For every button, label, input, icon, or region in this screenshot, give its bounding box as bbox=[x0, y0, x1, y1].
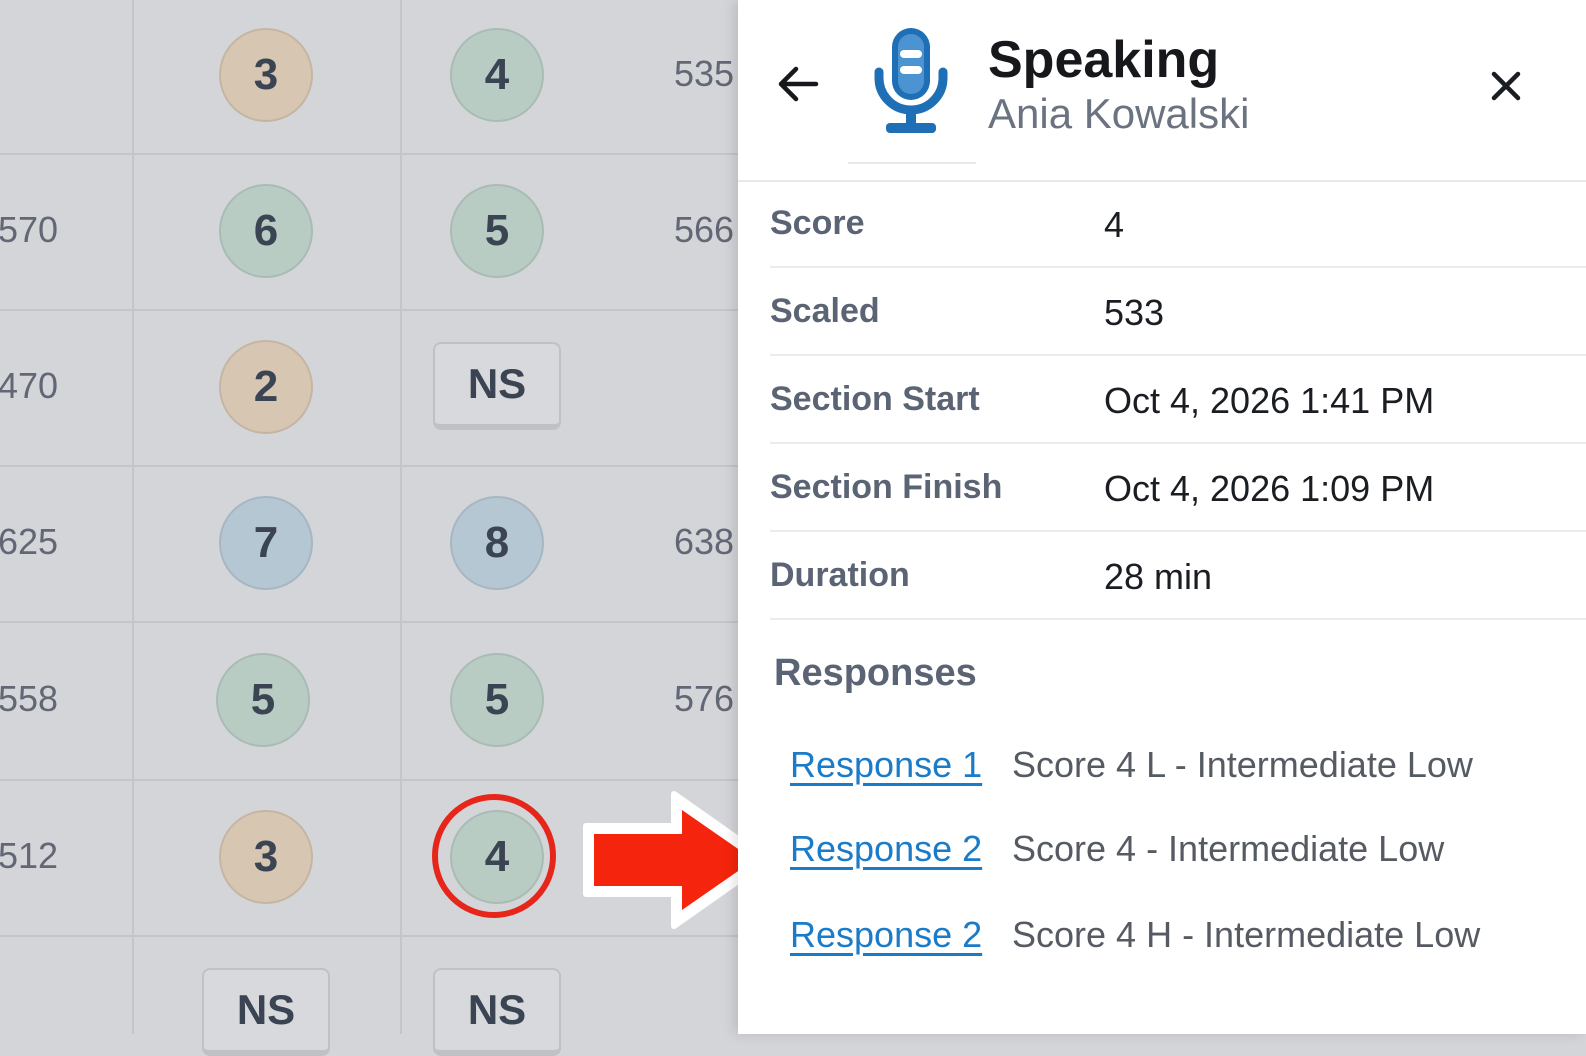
microphone-icon bbox=[874, 28, 948, 133]
panel-title: Speaking bbox=[988, 31, 1220, 89]
response-score-description: Score 4 L - Intermediate Low bbox=[1012, 744, 1473, 785]
scaled-score-cell: 638 bbox=[674, 521, 735, 562]
response-item: Response 1 Score 4 L - Intermediate Low bbox=[790, 744, 1473, 794]
column-divider bbox=[132, 0, 134, 1034]
detail-row-section-start: Section Start Oct 4, 2026 1:41 PM bbox=[770, 356, 1586, 444]
not-scored-badge[interactable]: NS bbox=[433, 342, 561, 430]
section-details: Score 4 Scaled 533 Section Start Oct 4, … bbox=[770, 180, 1586, 620]
detail-row-section-finish: Section Finish Oct 4, 2026 1:09 PM bbox=[770, 444, 1586, 532]
detail-value: 28 min bbox=[1104, 556, 1213, 597]
close-icon bbox=[1491, 71, 1521, 101]
scaled-score-cell: 512 bbox=[0, 835, 59, 876]
scaled-score-cell: 535 bbox=[674, 53, 735, 94]
response-score-description: Score 4 - Intermediate Low bbox=[1012, 828, 1445, 869]
responses-heading: Responses bbox=[774, 652, 977, 694]
score-badge[interactable]: 5 bbox=[216, 653, 310, 747]
close-button[interactable] bbox=[1482, 62, 1530, 110]
detail-value: Oct 4, 2026 1:09 PM bbox=[1104, 468, 1435, 509]
scaled-score-cell: 576 bbox=[674, 678, 735, 719]
response-link[interactable]: Response 2 bbox=[790, 914, 982, 955]
scaled-score-cell: 570 bbox=[0, 209, 59, 250]
score-badge[interactable]: 6 bbox=[219, 184, 313, 278]
detail-label: Score bbox=[770, 204, 865, 242]
scores-table-background: 570 470 625 558 512 3 6 2 7 5 3 NS 4 5 N… bbox=[0, 0, 771, 1056]
speaking-detail-panel: Speaking Ania Kowalski Score 4 Scaled 53… bbox=[738, 0, 1586, 1034]
score-badge[interactable]: 4 bbox=[450, 28, 544, 122]
score-badge[interactable]: 5 bbox=[450, 184, 544, 278]
score-badge[interactable]: 2 bbox=[219, 340, 313, 434]
score-badge[interactable]: 5 bbox=[450, 653, 544, 747]
response-score-description: Score 4 H - Intermediate Low bbox=[1012, 914, 1481, 955]
row-divider bbox=[0, 153, 738, 155]
score-badge[interactable]: 7 bbox=[219, 496, 313, 590]
scaled-score-cell: 566 bbox=[674, 209, 735, 250]
score-badge[interactable]: 3 bbox=[219, 28, 313, 122]
detail-row-score: Score 4 bbox=[770, 180, 1586, 268]
detail-label: Duration bbox=[770, 556, 910, 594]
response-link[interactable]: Response 1 bbox=[790, 744, 982, 785]
detail-label: Scaled bbox=[770, 292, 880, 330]
not-scored-badge[interactable]: NS bbox=[202, 968, 330, 1056]
row-divider bbox=[0, 779, 738, 781]
row-divider bbox=[0, 621, 738, 623]
annotation-highlight-circle bbox=[432, 794, 556, 918]
scaled-score-cell: 558 bbox=[0, 678, 59, 719]
scaled-score-cell: 625 bbox=[0, 521, 59, 562]
detail-value: 4 bbox=[1104, 204, 1125, 245]
column-divider bbox=[400, 0, 402, 1034]
response-link[interactable]: Response 2 bbox=[790, 828, 982, 869]
detail-value: 533 bbox=[1104, 292, 1165, 333]
response-item: Response 2 Score 4 H - Intermediate Low bbox=[790, 914, 1480, 964]
detail-value: Oct 4, 2026 1:41 PM bbox=[1104, 380, 1435, 421]
arrow-left-icon bbox=[778, 66, 819, 102]
score-badge[interactable]: 3 bbox=[219, 810, 313, 904]
detail-label: Section Finish bbox=[770, 468, 1003, 506]
detail-row-duration: Duration 28 min bbox=[770, 532, 1586, 620]
row-divider bbox=[0, 309, 738, 311]
panel-header: Speaking Ania Kowalski bbox=[738, 0, 1586, 182]
row-divider bbox=[0, 465, 738, 467]
header-underline bbox=[848, 162, 976, 164]
back-button[interactable] bbox=[774, 60, 822, 108]
row-divider bbox=[0, 935, 738, 937]
student-name: Ania Kowalski bbox=[988, 90, 1250, 137]
response-item: Response 2 Score 4 - Intermediate Low bbox=[790, 828, 1444, 878]
detail-row-scaled: Scaled 533 bbox=[770, 268, 1586, 356]
scaled-score-cell: 470 bbox=[0, 365, 59, 406]
not-scored-badge[interactable]: NS bbox=[433, 968, 561, 1056]
detail-label: Section Start bbox=[770, 380, 980, 418]
score-badge[interactable]: 8 bbox=[450, 496, 544, 590]
